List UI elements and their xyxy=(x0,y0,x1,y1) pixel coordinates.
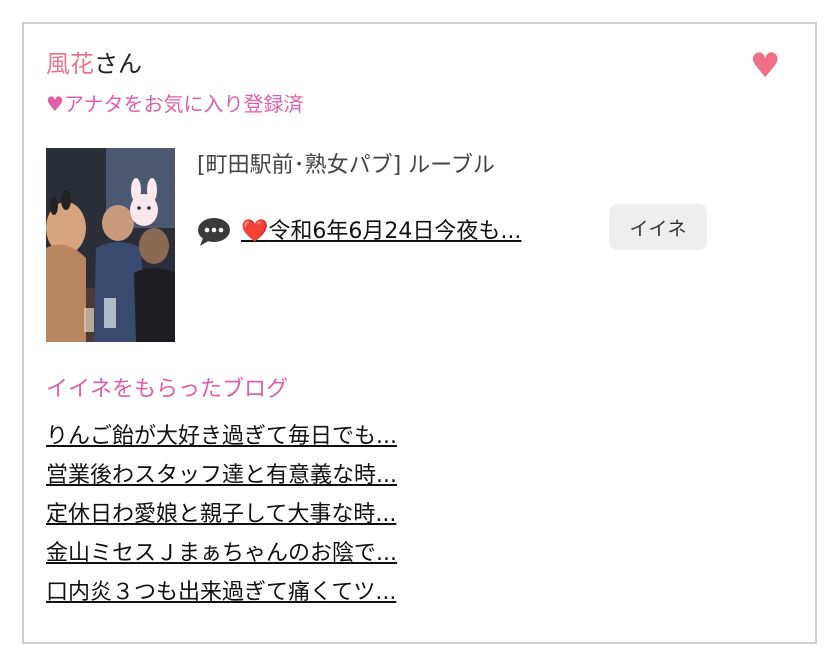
post-title-link[interactable]: ❤️令和6年6月24日今夜も... xyxy=(241,216,521,248)
post-thumbnail[interactable] xyxy=(46,148,175,342)
list-item: 金山ミセスＪまぁちゃんのお陰で... xyxy=(46,538,397,577)
post-title: 令和6年6月24日今夜も... xyxy=(268,219,522,244)
user-card: 風花さん ♥アナタをお気に入り登録済 ♥ [町田駅前･熟女パブ] ルーブル ❤️… xyxy=(22,22,817,644)
blog-link[interactable]: 金山ミセスＪまぁちゃんのお陰で... xyxy=(46,541,397,566)
favorite-status: ♥アナタをお気に入り登録済 xyxy=(46,92,304,116)
blog-link[interactable]: 口内炎３つも出来過ぎて痛くてツ... xyxy=(46,580,396,605)
user-name[interactable]: 風花 xyxy=(46,50,94,78)
favorite-heart-icon[interactable]: ♥ xyxy=(750,46,780,86)
list-item: 口内炎３つも出来過ぎて痛くてツ... xyxy=(46,577,397,616)
list-item: 定休日わ愛娘と親子して大事な時... xyxy=(46,499,397,538)
like-button[interactable]: イイネ xyxy=(609,204,707,250)
blog-link[interactable]: りんご飴が大好き過ぎて毎日でも... xyxy=(46,424,397,449)
shop-name: [町田駅前･熟女パブ] ルーブル xyxy=(197,153,495,178)
list-item: りんご飴が大好き過ぎて毎日でも... xyxy=(46,421,397,460)
user-name-suffix: さん xyxy=(94,50,142,78)
user-line: 風花さん xyxy=(46,48,142,80)
blog-link[interactable]: 定休日わ愛娘と親子して大事な時... xyxy=(46,502,396,527)
blog-link[interactable]: 営業後わスタッフ達と有意義な時... xyxy=(46,463,397,488)
speech-bubble-icon xyxy=(197,217,231,247)
post-line: ❤️令和6年6月24日今夜も... xyxy=(197,214,521,250)
liked-blogs-heading: イイネをもらったブログ xyxy=(46,377,289,402)
list-item: 営業後わスタッフ達と有意義な時... xyxy=(46,460,397,499)
red-heart-icon: ❤️ xyxy=(241,219,269,244)
thumbnail-photo-icon xyxy=(46,148,175,342)
liked-blog-list: りんご飴が大好き過ぎて毎日でも... 営業後わスタッフ達と有意義な時... 定休… xyxy=(46,421,397,616)
